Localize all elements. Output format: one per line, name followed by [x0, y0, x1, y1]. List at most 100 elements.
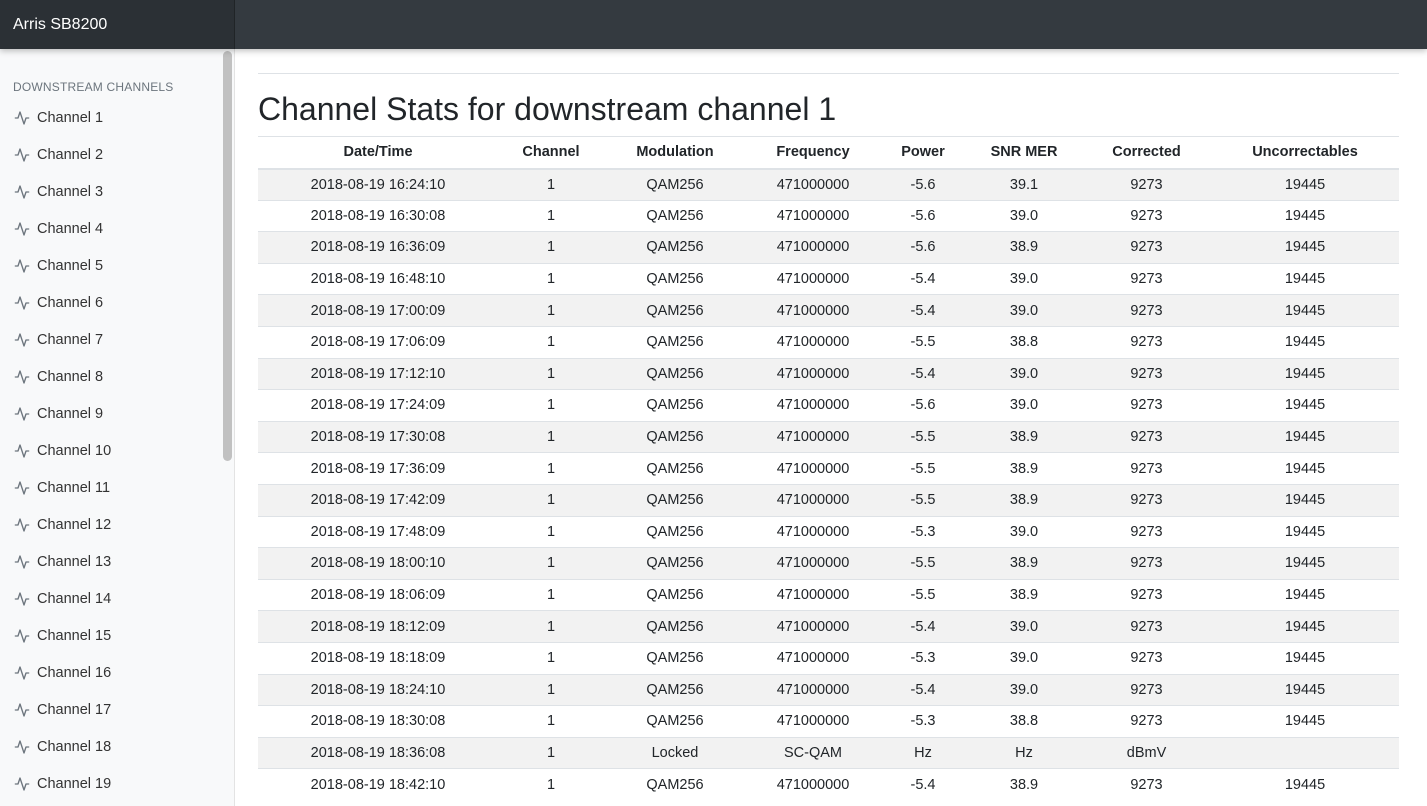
- sidebar-item-channel-17[interactable]: Channel 17: [0, 691, 220, 728]
- table-cell: 1: [498, 325, 604, 359]
- column-header: Channel: [498, 136, 604, 170]
- sidebar-item-channel-8[interactable]: Channel 8: [0, 358, 220, 395]
- table-cell: 2018-08-19 18:12:09: [258, 610, 498, 643]
- sidebar-item-channel-3[interactable]: Channel 3: [0, 173, 220, 210]
- sidebar-item-label: Channel 11: [37, 479, 111, 496]
- sidebar-item-label: Channel 12: [37, 516, 112, 533]
- table-cell: 9273: [1082, 325, 1211, 359]
- sidebar-item-channel-12[interactable]: Channel 12: [0, 506, 220, 543]
- table-cell: 19445: [1211, 199, 1399, 232]
- table-cell: 9273: [1082, 231, 1211, 264]
- table-cell: -5.6: [880, 389, 966, 422]
- table-cell: -5.4: [880, 262, 966, 295]
- table-cell: 9273: [1082, 673, 1211, 706]
- table-cell: 1: [498, 547, 604, 580]
- sidebar-item-channel-18[interactable]: Channel 18: [0, 728, 220, 765]
- table-cell: 19445: [1211, 673, 1399, 706]
- sidebar-item-channel-1[interactable]: Channel 1: [0, 99, 220, 136]
- sidebar-item-channel-2[interactable]: Channel 2: [0, 136, 220, 173]
- sidebar-item-channel-6[interactable]: Channel 6: [0, 284, 220, 321]
- table-cell: QAM256: [604, 389, 746, 422]
- sidebar-item-channel-10[interactable]: Channel 10: [0, 432, 220, 469]
- table-cell: QAM256: [604, 199, 746, 232]
- table-cell: 471000000: [746, 420, 880, 453]
- table-row: 2018-08-19 17:24:09 1 QAM256 471000000 -5.6 3…: [258, 389, 1399, 422]
- activity-icon: [14, 332, 30, 347]
- table-cell: 19445: [1211, 705, 1399, 738]
- column-header: Power: [880, 136, 966, 170]
- table-cell: 9273: [1082, 515, 1211, 548]
- table-cell: 1: [498, 168, 604, 201]
- table-cell: 19445: [1211, 515, 1399, 548]
- main-content: Channel Stats for downstream channel 1 D…: [235, 49, 1427, 806]
- sidebar-item-label: Channel 6: [37, 294, 104, 311]
- sidebar-scrollbar[interactable]: [223, 51, 232, 461]
- table-cell: 471000000: [746, 705, 880, 738]
- table-cell: 19445: [1211, 294, 1399, 327]
- sidebar-item-label: Channel 19: [37, 775, 112, 792]
- activity-icon: [14, 295, 30, 310]
- sidebar-item-channel-14[interactable]: Channel 14: [0, 580, 220, 617]
- table-row: 2018-08-19 17:30:08 1 QAM256 471000000 -5.5 3…: [258, 420, 1399, 453]
- table-row: 2018-08-19 18:00:10 1 QAM256 471000000 -5.5 3…: [258, 547, 1399, 580]
- sidebar-item-channel-19[interactable]: Channel 19: [0, 765, 220, 802]
- table-cell: QAM256: [604, 547, 746, 580]
- sidebar-item-label: Channel 8: [37, 368, 104, 385]
- table-cell: 19445: [1211, 452, 1399, 485]
- table-cell: 19445: [1211, 610, 1399, 643]
- activity-icon: [14, 665, 30, 680]
- table-cell: 1: [498, 578, 604, 611]
- activity-icon: [14, 406, 30, 421]
- table-cell: 38.9: [966, 768, 1082, 801]
- sidebar-item-channel-11[interactable]: Channel 11: [0, 469, 220, 506]
- table-cell: -5.4: [880, 357, 966, 390]
- table-cell: 39.0: [966, 199, 1082, 232]
- table-row: 2018-08-19 17:00:09 1 QAM256 471000000 -5.4 3…: [258, 294, 1399, 327]
- sidebar-item-channel-9[interactable]: Channel 9: [0, 395, 220, 432]
- sidebar-item-channel-4[interactable]: Channel 4: [0, 210, 220, 247]
- table-cell: 1: [498, 389, 604, 422]
- sidebar-item-label: Channel 10: [37, 442, 112, 459]
- table-cell: Locked: [604, 736, 746, 769]
- activity-icon: [14, 628, 30, 643]
- table-cell: 2018-08-19 16:36:09: [258, 231, 498, 264]
- table-row: 2018-08-19 18:12:09 1 QAM256 471000000 -5.4 3…: [258, 610, 1399, 643]
- table-cell: QAM256: [604, 641, 746, 674]
- table-row: 2018-08-19 16:36:09 1 QAM256 471000000 -5.6 3…: [258, 231, 1399, 264]
- table-cell: 19445: [1211, 547, 1399, 580]
- table-cell: 19445: [1211, 168, 1399, 201]
- sidebar-item-label: Channel 13: [37, 553, 112, 570]
- table-cell: 39.0: [966, 357, 1082, 390]
- sidebar-item-channel-5[interactable]: Channel 5: [0, 247, 220, 284]
- sidebar-item-channel-15[interactable]: Channel 15: [0, 617, 220, 654]
- sidebar: DOWNSTREAM CHANNELS Channel 1 Channel 2 Ch…: [0, 49, 235, 806]
- table-cell: -5.5: [880, 578, 966, 611]
- table-cell: 39.0: [966, 389, 1082, 422]
- table-cell: 9273: [1082, 168, 1211, 201]
- table-row: 2018-08-19 17:48:09 1 QAM256 471000000 -5.3 3…: [258, 515, 1399, 548]
- sidebar-item-channel-16[interactable]: Channel 16: [0, 654, 220, 691]
- table-cell: 38.8: [966, 325, 1082, 359]
- top-navbar: Arris SB8200: [0, 0, 1427, 49]
- activity-icon: [14, 110, 30, 125]
- table-cell: 1: [498, 452, 604, 485]
- sidebar-item-channel-7[interactable]: Channel 7: [0, 321, 220, 358]
- table-cell: 2018-08-19 17:36:09: [258, 452, 498, 485]
- table-cell: 38.9: [966, 547, 1082, 580]
- table-cell: 1: [498, 515, 604, 548]
- sidebar-item-label: Channel 14: [37, 590, 112, 607]
- table-row: 2018-08-19 18:18:09 1 QAM256 471000000 -5.3 3…: [258, 641, 1399, 674]
- table-cell: 39.0: [966, 294, 1082, 327]
- sidebar-item-channel-13[interactable]: Channel 13: [0, 543, 220, 580]
- brand-link[interactable]: Arris SB8200: [0, 0, 235, 49]
- sidebar-item-label: Channel 9: [37, 405, 104, 422]
- activity-icon: [14, 480, 30, 495]
- table-row: 2018-08-19 16:48:10 1 QAM256 471000000 -5.4 3…: [258, 262, 1399, 295]
- table-cell: 1: [498, 768, 604, 801]
- table-cell: 1: [498, 231, 604, 264]
- column-header: Date/Time: [258, 136, 498, 170]
- activity-icon: [14, 554, 30, 569]
- table-cell: 19445: [1211, 262, 1399, 295]
- table-cell: 2018-08-19 17:48:09: [258, 515, 498, 548]
- table-cell: 19445: [1211, 389, 1399, 422]
